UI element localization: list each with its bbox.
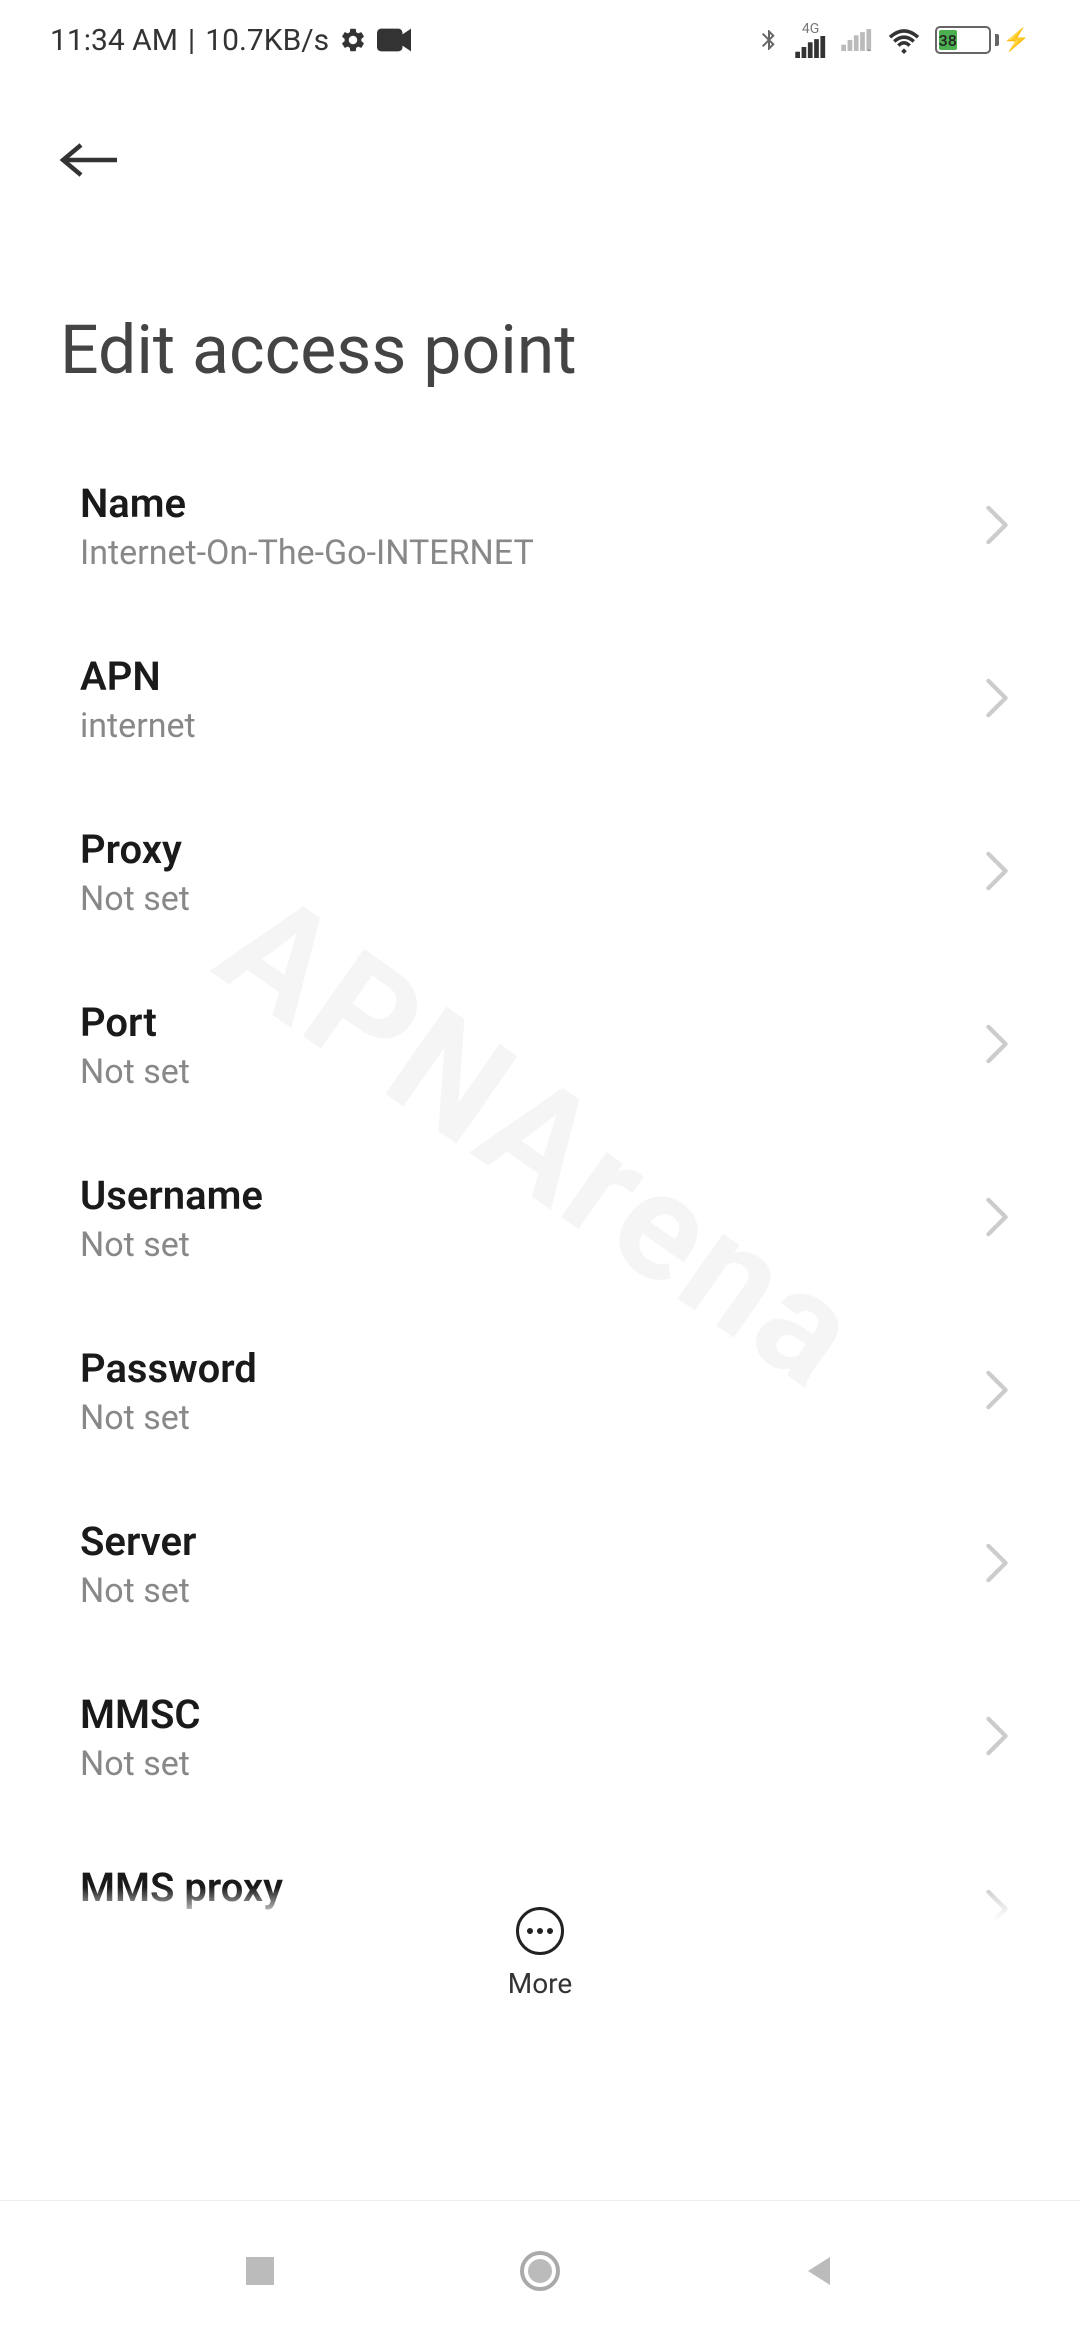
setting-apn[interactable]: APN internet	[0, 613, 1080, 786]
nav-recent-button[interactable]	[230, 2241, 290, 2301]
list-item-text: APN internet	[80, 653, 196, 746]
nav-back-button[interactable]	[790, 2241, 850, 2301]
chevron-right-icon	[984, 1197, 1010, 1241]
list-item-label: Name	[80, 480, 534, 527]
status-bar: 11:34 AM | 10.7KB/s 4G ✕ 38 ⚡	[0, 0, 1080, 80]
battery-pct: 38	[939, 30, 957, 50]
chevron-right-icon	[984, 1024, 1010, 1068]
chevron-right-icon	[984, 678, 1010, 722]
more-button[interactable]: More	[0, 1887, 1080, 2000]
list-item-text: Server Not set	[80, 1518, 196, 1611]
list-item-value: Not set	[80, 879, 190, 919]
setting-port[interactable]: Port Not set	[0, 959, 1080, 1132]
signal-2-icon: ✕	[841, 29, 873, 51]
status-speed: 10.7KB/s	[205, 23, 329, 58]
list-item-text: MMSC Not set	[80, 1691, 201, 1784]
wifi-icon	[887, 26, 921, 54]
chevron-right-icon	[984, 1543, 1010, 1587]
list-item-label: Proxy	[80, 826, 190, 873]
nav-bar	[0, 2200, 1080, 2340]
list-item-value: Not set	[80, 1225, 263, 1265]
status-time: 11:34 AM	[50, 23, 178, 58]
setting-mmsc[interactable]: MMSC Not set	[0, 1651, 1080, 1824]
list-item-text: Port Not set	[80, 999, 190, 1092]
header	[0, 80, 1080, 220]
list-item-text: Name Internet-On-The-Go-INTERNET	[80, 480, 534, 573]
list-item-text: Proxy Not set	[80, 826, 190, 919]
list-item-value: internet	[80, 706, 196, 746]
charging-icon: ⚡	[1003, 28, 1030, 53]
list-item-label: Server	[80, 1518, 196, 1565]
page-title: Edit access point	[0, 220, 1080, 440]
camera-icon	[377, 28, 411, 52]
chevron-right-icon	[984, 851, 1010, 895]
more-label: More	[508, 1967, 573, 2000]
signal-1-icon: 4G	[795, 22, 827, 58]
bluetooth-icon	[757, 24, 781, 56]
back-button[interactable]	[60, 120, 140, 200]
list-item-label: Password	[80, 1345, 257, 1392]
more-icon	[516, 1907, 564, 1955]
battery-icon: 38 ⚡	[935, 26, 1030, 54]
gear-icon	[339, 26, 367, 54]
settings-list: Name Internet-On-The-Go-INTERNET APN int…	[0, 440, 1080, 1997]
list-item-label: APN	[80, 653, 196, 700]
list-item-value: Not set	[80, 1398, 257, 1438]
list-item-label: Port	[80, 999, 190, 1046]
nav-home-button[interactable]	[510, 2241, 570, 2301]
list-item-value: Not set	[80, 1744, 201, 1784]
status-separator: |	[188, 23, 195, 58]
setting-username[interactable]: Username Not set	[0, 1132, 1080, 1305]
chevron-right-icon	[984, 1716, 1010, 1760]
list-item-text: Password Not set	[80, 1345, 257, 1438]
list-item-label: Username	[80, 1172, 263, 1219]
setting-password[interactable]: Password Not set	[0, 1305, 1080, 1478]
list-item-text: Username Not set	[80, 1172, 263, 1265]
status-left: 11:34 AM | 10.7KB/s	[50, 23, 411, 58]
list-item-value: Not set	[80, 1052, 190, 1092]
setting-proxy[interactable]: Proxy Not set	[0, 786, 1080, 959]
chevron-right-icon	[984, 505, 1010, 549]
list-item-label: MMSC	[80, 1691, 201, 1738]
list-item-value: Not set	[80, 1571, 196, 1611]
svg-text:✕: ✕	[866, 46, 873, 51]
status-right: 4G ✕ 38 ⚡	[757, 22, 1030, 58]
setting-server[interactable]: Server Not set	[0, 1478, 1080, 1651]
list-item-value: Internet-On-The-Go-INTERNET	[80, 533, 534, 573]
chevron-right-icon	[984, 1370, 1010, 1414]
setting-name[interactable]: Name Internet-On-The-Go-INTERNET	[0, 440, 1080, 613]
